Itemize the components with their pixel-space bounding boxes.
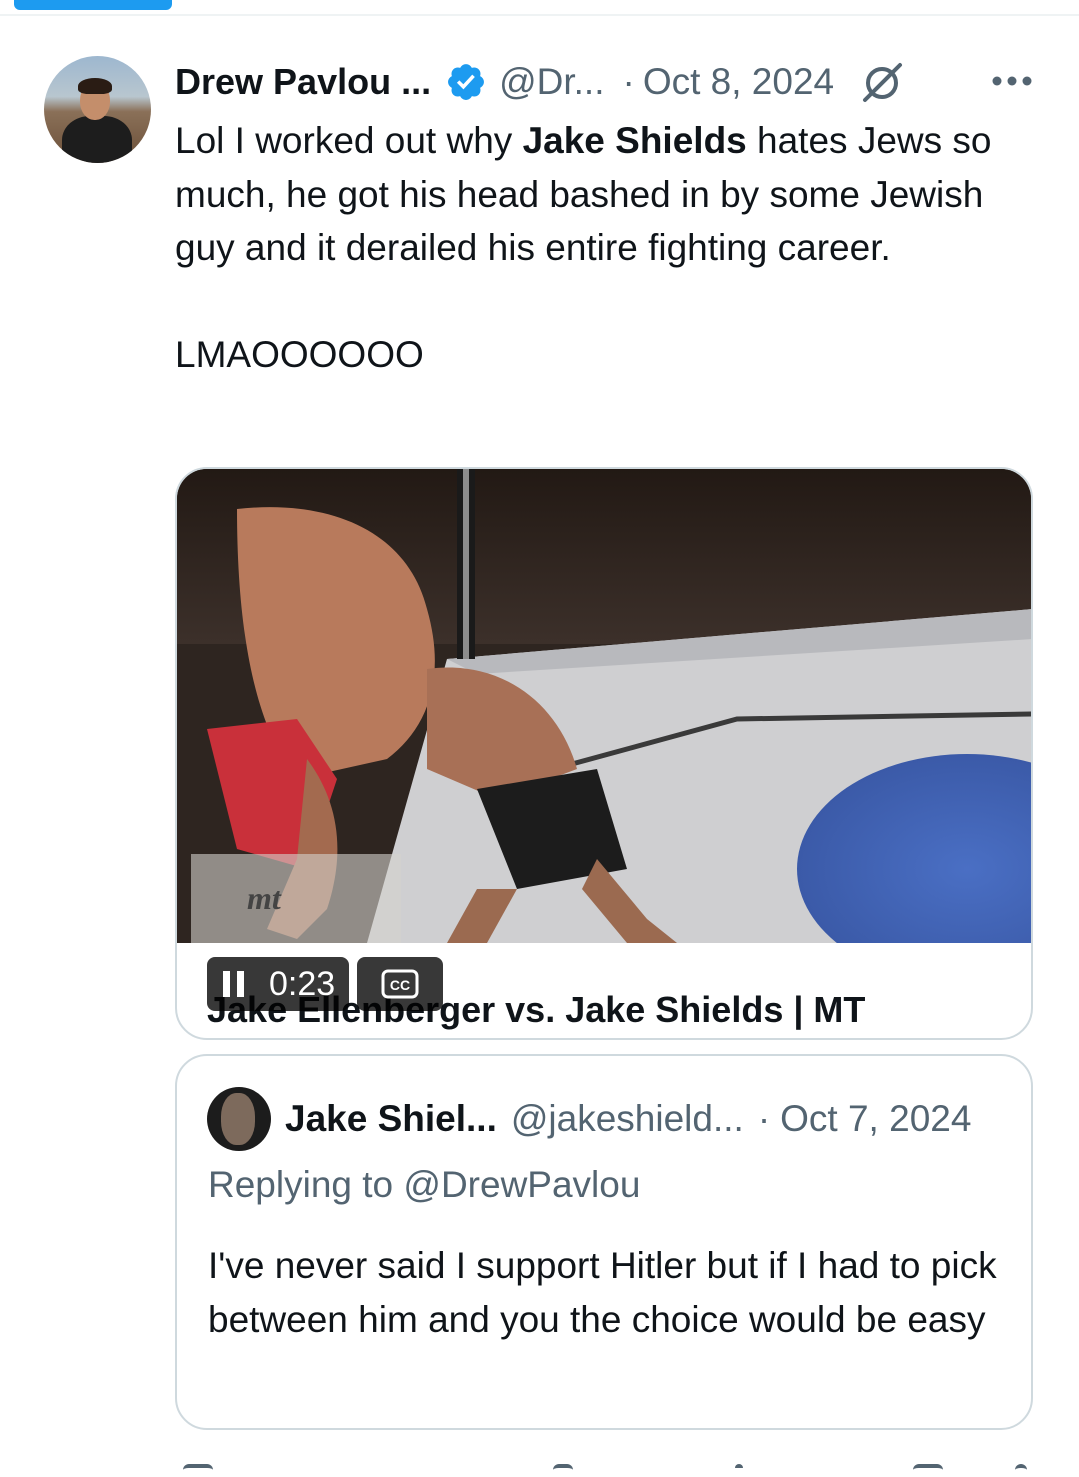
reply-icon[interactable]: [183, 1464, 213, 1477]
tweet-date[interactable]: Oct 8, 2024: [643, 61, 834, 103]
play-pause-button[interactable]: 0:23: [207, 957, 350, 1011]
closed-captions-icon: CC: [381, 969, 419, 999]
video-card[interactable]: mt Jake Ellenberger vs. Jake Shields | M…: [175, 467, 1033, 1040]
video-watermark: mt: [247, 880, 282, 916]
quoted-tweet-date[interactable]: Oct 7, 2024: [780, 1098, 971, 1140]
like-icon[interactable]: [735, 1464, 743, 1477]
bookmark-icon[interactable]: [913, 1464, 943, 1477]
quoted-author-handle[interactable]: @jakeshield...: [511, 1098, 744, 1140]
svg-text:CC: CC: [390, 977, 410, 993]
quoted-tweet-text: I've never said I support Hitler but if …: [208, 1245, 997, 1340]
quoted-author-avatar[interactable]: [207, 1087, 271, 1151]
replying-to: Replying to @DrewPavlou: [208, 1164, 641, 1205]
tweet-paragraph-2: LMAOOOOOO: [175, 333, 424, 375]
video-controls: 0:23 CC: [207, 957, 444, 1011]
repost-icon[interactable]: [553, 1464, 573, 1477]
share-icon[interactable]: [1015, 1464, 1027, 1477]
divider: [0, 14, 1079, 16]
author-name[interactable]: Drew Pavlou ...: [175, 61, 431, 103]
quoted-tweet[interactable]: Jake Shiel... @jakeshield... · Oct 7, 20…: [175, 1054, 1033, 1430]
top-tab-bar: [0, 0, 1079, 16]
more-dots-icon[interactable]: [990, 66, 1034, 96]
video-player[interactable]: mt: [177, 469, 1033, 943]
quoted-author-name[interactable]: Jake Shiel...: [285, 1098, 497, 1140]
quoted-tweet-header: Jake Shiel... @jakeshield... · Oct 7, 20…: [285, 1094, 971, 1144]
captions-button[interactable]: CC: [357, 957, 444, 1011]
pause-icon: [223, 971, 244, 997]
verified-badge-icon: [448, 64, 485, 100]
separator-dot: ·: [622, 61, 635, 102]
tweet-header: Drew Pavlou ... @Dr... · Oct 8, 2024: [175, 57, 1045, 107]
video-time: 0:23: [269, 964, 336, 1003]
active-tab-indicator: [14, 0, 172, 10]
grok-icon[interactable]: [860, 59, 906, 105]
action-bar: [175, 1462, 1035, 1473]
mention-jake-shields: Jake Shields: [522, 120, 747, 161]
tweet-paragraph: Lol I worked out why Jake Shields hates …: [175, 120, 992, 268]
tweet-text: Lol I worked out why Jake Shields hates …: [175, 114, 1035, 381]
author-handle[interactable]: @Dr...: [499, 61, 604, 103]
separator-dot: ·: [757, 1098, 771, 1139]
author-avatar[interactable]: [44, 56, 151, 163]
